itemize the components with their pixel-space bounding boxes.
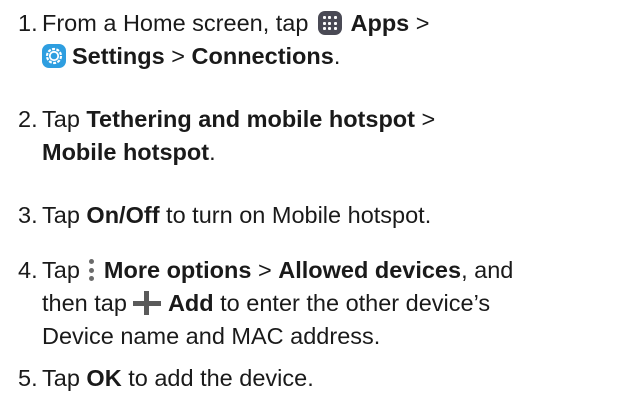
connections-label: Connections: [191, 43, 334, 69]
step-1: 1. From a Home screen, tap Apps > Setting…: [18, 7, 628, 73]
step-text: Tap More options > Allowed devices, and: [42, 257, 514, 283]
allowed-devices-label: Allowed devices: [278, 257, 462, 283]
step-text: Tap Tethering and mobile hotspot >: [42, 106, 436, 132]
more-options-icon: [86, 258, 96, 282]
step-text-continued: Mobile hotspot.: [42, 139, 216, 165]
apps-label: Apps: [350, 10, 410, 36]
step-text: Tap On/Off to turn on Mobile hotspot.: [42, 202, 432, 228]
step-text: Tap OK to add the device.: [42, 365, 314, 391]
settings-label: Settings: [72, 43, 165, 69]
add-plus-icon: [132, 291, 161, 315]
step-number: 5.: [18, 365, 38, 391]
onoff-label: On/Off: [86, 202, 160, 228]
step-number: 4.: [18, 257, 38, 283]
step-4: 4. Tap More options > Allowed devices, and…: [18, 254, 628, 353]
more-options-label: More options: [103, 257, 252, 283]
step-number: 3.: [18, 202, 38, 228]
mobile-hotspot-label: Mobile hotspot: [42, 139, 210, 165]
step-text: From a Home screen, tap Apps >: [42, 10, 430, 36]
step-text-continued: then tap Add to enter the other device’s: [42, 290, 491, 316]
add-label: Add: [167, 290, 214, 316]
settings-gear-icon: [42, 44, 66, 68]
ok-label: OK: [86, 365, 122, 391]
tethering-label: Tethering and mobile hotspot: [86, 106, 415, 132]
step-5: 5. Tap OK to add the device.: [18, 362, 628, 395]
apps-grid-icon: [317, 11, 342, 35]
step-number: 2.: [18, 106, 38, 132]
step-2: 2. Tap Tethering and mobile hotspot > Mob…: [18, 103, 628, 169]
step-text-continued: Device name and MAC address.: [42, 323, 381, 349]
step-number: 1.: [18, 10, 38, 36]
step-3: 3. Tap On/Off to turn on Mobile hotspot.: [18, 199, 628, 232]
step-text-continued: Settings > Connections.: [18, 40, 628, 73]
instruction-steps: 1. From a Home screen, tap Apps > Setting…: [0, 0, 639, 405]
